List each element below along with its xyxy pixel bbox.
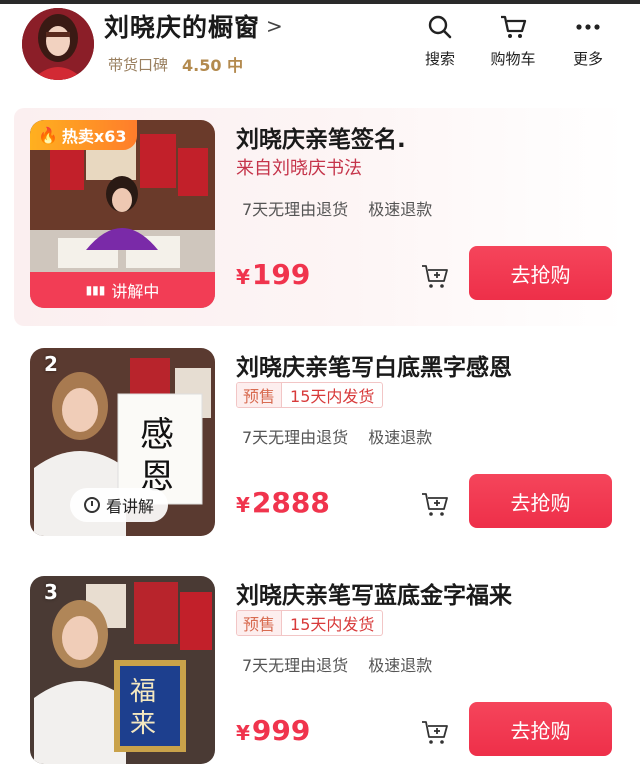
flame-icon: 🔥 — [38, 125, 58, 145]
product-thumbnail[interactable]: 🔥 热卖x63 ▮▮▮ 讲解中 — [30, 120, 215, 308]
currency-symbol: ¥ — [236, 721, 250, 745]
product-thumbnail[interactable]: 福 来 3 — [30, 576, 215, 764]
more-icon — [576, 24, 600, 30]
chevron-right-icon: > — [266, 14, 284, 38]
fast-refund: 极速退款 — [368, 200, 433, 219]
replay-label: 看讲解 — [106, 497, 155, 516]
buy-now-button[interactable]: 去抢购 — [469, 246, 612, 300]
rating-label: 带货口碑 — [108, 55, 169, 74]
service-tags: 7天无理由退货 极速退款 — [242, 424, 432, 448]
fast-refund: 极速退款 — [368, 656, 433, 675]
presale-label: 预售 — [237, 611, 282, 635]
product-title[interactable]: 刘晓庆亲笔写白底黑字感恩 — [236, 348, 512, 382]
price-value: 2888 — [251, 486, 330, 519]
fast-refund: 极速退款 — [368, 428, 433, 447]
presale-tag: 预售 15天内发货 — [236, 610, 384, 636]
status-strip — [0, 0, 640, 4]
product-card[interactable]: 福 来 3 刘晓庆亲笔写蓝底金字福来 预售 15天内发货 7天无理由退货 极速退… — [14, 564, 626, 777]
service-tags: 7天无理由退货 极速退款 — [242, 196, 432, 220]
currency-symbol: ¥ — [236, 493, 250, 517]
rating-row: 带货口碑 4.50 中 — [108, 52, 243, 76]
product-thumbnail[interactable]: 感 恩 2 看讲解 — [30, 348, 215, 536]
return-policy: 7天无理由退货 — [242, 656, 349, 675]
price-value: 199 — [251, 258, 311, 291]
currency-symbol: ¥ — [236, 265, 250, 289]
product-card[interactable]: 🔥 热卖x63 ▮▮▮ 讲解中 刘晓庆亲笔签名. 来自刘晓庆书法 7天无理由退货… — [14, 108, 626, 326]
shop-title-link[interactable]: 刘晓庆的橱窗 > — [104, 8, 284, 44]
shop-header: 刘晓庆的橱窗 > 带货口碑 4.50 中 搜索 购物车 更多 — [0, 0, 640, 92]
buy-now-button[interactable]: 去抢购 — [469, 474, 612, 528]
rank-number: 2 — [44, 352, 58, 376]
add-to-cart-button[interactable] — [420, 718, 450, 750]
replay-icon — [84, 497, 100, 513]
add-cart-icon — [422, 493, 448, 516]
ship-time: 15天内发货 — [281, 611, 382, 635]
cart-button[interactable]: 购物车 — [483, 14, 543, 69]
product-title[interactable]: 刘晓庆亲笔写蓝底金字福来 — [236, 576, 512, 610]
product-price: ¥ 2888 — [236, 486, 330, 519]
shop-title: 刘晓庆的橱窗 — [104, 13, 261, 42]
product-title[interactable]: 刘晓庆亲笔签名. — [236, 120, 406, 154]
product-subtitle: 来自刘晓庆书法 — [236, 158, 362, 179]
presale-tag: 预售 15天内发货 — [236, 382, 384, 408]
svg-text:感: 感 — [140, 415, 174, 455]
service-tags: 7天无理由退货 极速退款 — [242, 652, 432, 676]
return-policy: 7天无理由退货 — [242, 200, 349, 219]
product-card[interactable]: 感 恩 2 看讲解 刘晓庆亲笔写白底黑字感恩 预售 15天内发货 7天无理由退货… — [14, 336, 626, 554]
replay-explain-button[interactable]: 看讲解 — [70, 488, 169, 522]
search-icon — [428, 15, 452, 39]
svg-text:来: 来 — [130, 709, 156, 739]
svg-text:福: 福 — [130, 677, 156, 707]
add-to-cart-button[interactable] — [420, 490, 450, 522]
hot-sale-badge: 🔥 热卖x63 — [30, 120, 137, 150]
product-price: ¥ 199 — [236, 258, 310, 291]
rating-score: 4.50 中 — [182, 56, 244, 75]
search-button[interactable]: 搜索 — [410, 14, 470, 69]
return-policy: 7天无理由退货 — [242, 428, 349, 447]
rank-number: 3 — [44, 580, 58, 604]
live-explaining-bar: ▮▮▮ 讲解中 — [30, 272, 215, 308]
avatar[interactable] — [22, 8, 94, 80]
more-button[interactable]: 更多 — [558, 14, 618, 69]
buy-now-button[interactable]: 去抢购 — [469, 702, 612, 756]
ship-time: 15天内发货 — [281, 383, 382, 407]
live-bars-icon: ▮▮▮ — [85, 283, 106, 297]
product-price: ¥ 999 — [236, 714, 310, 747]
add-cart-icon — [422, 265, 448, 288]
cart-label: 购物车 — [490, 50, 536, 68]
cart-icon — [501, 15, 527, 38]
hot-sale-count: 热卖x63 — [61, 127, 127, 146]
add-cart-icon — [422, 721, 448, 744]
add-to-cart-button[interactable] — [420, 262, 450, 294]
live-label: 讲解中 — [111, 282, 160, 301]
price-value: 999 — [251, 714, 311, 747]
more-label: 更多 — [572, 50, 603, 68]
search-label: 搜索 — [424, 50, 455, 68]
presale-label: 预售 — [237, 383, 282, 407]
